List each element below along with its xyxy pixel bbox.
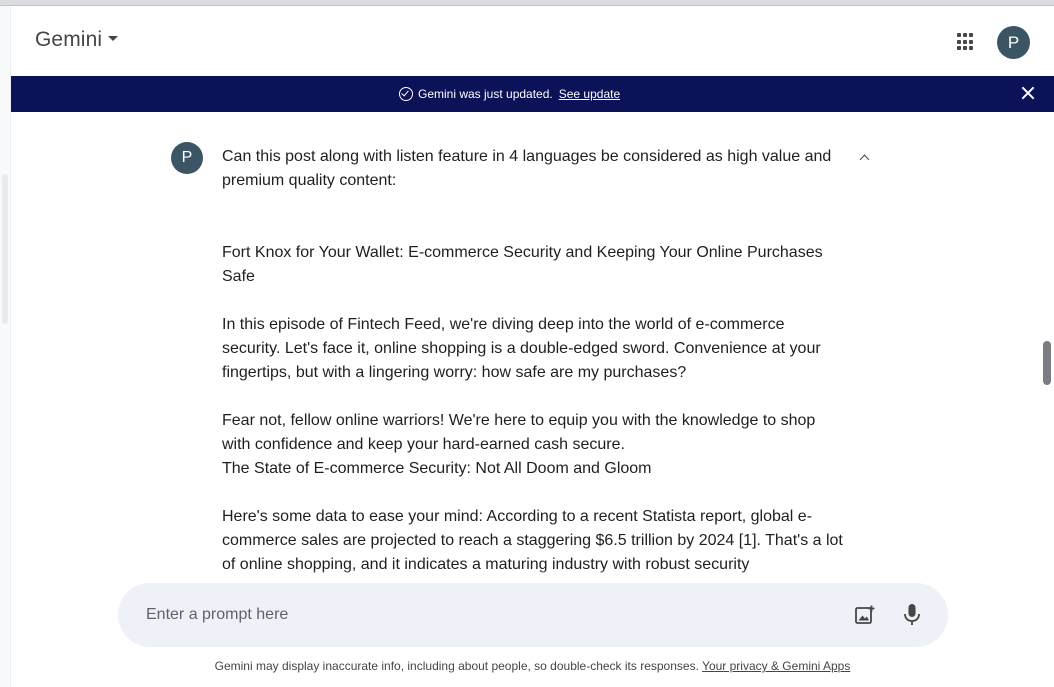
banner-content: Gemini was just updated. See update — [399, 87, 620, 103]
disclaimer-text: Gemini may display inaccurate info, incl… — [214, 659, 699, 673]
account-avatar[interactable]: P — [997, 26, 1030, 59]
disclaimer: Gemini may display inaccurate info, incl… — [11, 659, 1054, 673]
add-image-icon[interactable] — [854, 604, 876, 626]
user-avatar: P — [171, 142, 203, 174]
post-section-heading: The State of E-commerce Security: Not Al… — [222, 460, 652, 477]
see-update-link[interactable]: See update — [559, 87, 620, 101]
apps-grid-icon[interactable] — [956, 32, 976, 52]
conversation-area: P Can this post along with listen featur… — [11, 112, 1041, 582]
chevron-down-icon — [108, 35, 119, 41]
post-data-paragraph: Here's some data to ease your mind: Acco… — [222, 508, 843, 573]
left-scroll-gutter — [0, 6, 11, 687]
input-area: Gemini may display inaccurate info, incl… — [11, 570, 1054, 687]
post-intro: In this episode of Fintech Feed, we're d… — [222, 316, 821, 381]
prompt-box — [118, 583, 948, 647]
mic-icon[interactable] — [903, 603, 921, 627]
check-circle-icon — [399, 87, 413, 101]
prompt-input[interactable] — [144, 603, 824, 627]
app-title: Gemini — [35, 28, 103, 51]
app-header: Gemini P — [11, 6, 1054, 76]
close-icon[interactable] — [1018, 83, 1038, 103]
update-banner: Gemini was just updated. See update — [11, 76, 1054, 112]
post-title: Fort Knox for Your Wallet: E-commerce Se… — [222, 244, 823, 285]
right-scrollbar-thumb[interactable] — [1043, 341, 1051, 385]
privacy-link[interactable]: Your privacy & Gemini Apps — [702, 659, 850, 673]
chevron-up-icon[interactable] — [857, 150, 873, 166]
user-prompt: Can this post along with listen feature … — [222, 145, 847, 577]
model-switcher[interactable]: Gemini — [35, 28, 119, 52]
left-scrollbar-thumb[interactable] — [2, 174, 8, 324]
post-reassure: Fear not, fellow online warriors! We're … — [222, 412, 816, 453]
banner-message: Gemini was just updated. — [418, 87, 553, 101]
prompt-question: Can this post along with listen feature … — [222, 148, 832, 189]
